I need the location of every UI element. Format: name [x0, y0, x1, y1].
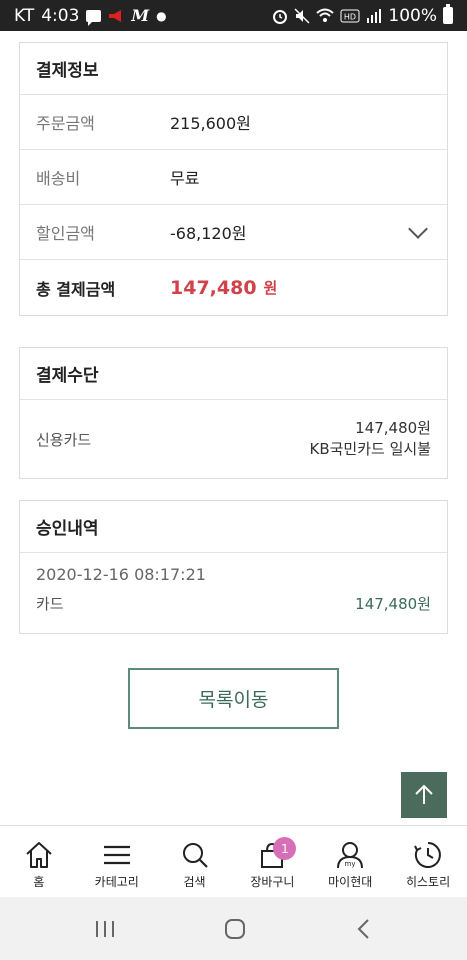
battery-percent: 100%	[388, 5, 437, 26]
svg-text:HD: HD	[344, 12, 356, 21]
nav-search-label: 검색	[183, 875, 206, 889]
user-icon: my	[337, 842, 364, 869]
clock: 4:03	[41, 5, 80, 26]
battery-icon	[443, 4, 453, 24]
payment-method-section: 결제수단 신용카드 147,480원 KB국민카드 일시불	[19, 347, 448, 479]
nav-category-label: 카테고리	[94, 875, 139, 889]
nav-cart[interactable]: 1 장바구니	[233, 826, 311, 897]
approval-section: 승인내역 2020-12-16 08:17:21 카드 147,480원	[19, 500, 448, 634]
alarm-icon	[273, 9, 288, 24]
payment-info-section: 결제정보 주문금액 215,600원 배송비 무료 할인금액 -68,120원 …	[19, 42, 448, 316]
system-nav-bar	[0, 897, 467, 960]
total-row: 총 결제금액 147,480 원	[20, 260, 447, 315]
payment-method-label: 신용카드	[36, 430, 92, 449]
svg-text:my: my	[345, 860, 356, 868]
recent-apps-icon[interactable]	[93, 919, 117, 939]
discount-label: 할인금액	[36, 224, 95, 243]
nav-home-label: 홈	[33, 875, 45, 889]
approval-type: 카드	[36, 595, 64, 613]
order-amount-label: 주문금액	[36, 114, 95, 133]
search-icon	[182, 843, 208, 868]
home-button-icon[interactable]	[223, 917, 247, 941]
signal-icon	[367, 9, 382, 23]
order-amount-row: 주문금액 215,600원	[20, 95, 447, 150]
cart-count-badge: 1	[273, 837, 297, 860]
mute-icon	[294, 7, 310, 24]
back-icon[interactable]	[354, 918, 374, 940]
chevron-down-icon[interactable]	[408, 219, 428, 239]
nav-history[interactable]: 히스토리	[389, 826, 467, 897]
message-icon	[86, 9, 102, 26]
nav-my[interactable]: my 마이현대	[311, 826, 389, 897]
arrow-up-icon	[415, 784, 433, 804]
payment-method-card: KB국민카드 일시불	[309, 440, 432, 458]
hd-icon: HD	[340, 9, 360, 22]
nav-cart-label: 장바구니	[250, 875, 295, 889]
bottom-nav: 홈 카테고리 검색 1 장바구니 my 마이현대 히스토리	[0, 825, 467, 897]
menu-icon	[103, 845, 130, 865]
payment-method-row: 신용카드 147,480원 KB국민카드 일시불	[20, 400, 447, 478]
discount-value: -68,120원	[170, 224, 247, 243]
payment-method-amount: 147,480원	[355, 419, 431, 437]
nav-search[interactable]: 검색	[156, 826, 234, 897]
scroll-top-button[interactable]	[401, 772, 447, 818]
nav-my-label: 마이현대	[328, 875, 373, 889]
status-bar: KT 4:03 M ● HD 100%	[0, 0, 467, 31]
go-to-list-button[interactable]: 목록이동	[128, 668, 339, 729]
approval-amount: 147,480원	[355, 595, 431, 613]
home-icon	[26, 842, 52, 868]
payment-method-title: 결제수단	[20, 348, 447, 400]
nav-home[interactable]: 홈	[0, 826, 78, 897]
shipping-fee-row: 배송비 무료	[20, 150, 447, 205]
approval-row: 2020-12-16 08:17:21 카드 147,480원	[20, 553, 447, 633]
carrier-label: KT	[14, 5, 35, 26]
total-value: 147,480	[170, 276, 257, 299]
nav-category[interactable]: 카테고리	[78, 826, 156, 897]
order-amount-value: 215,600원	[170, 114, 251, 133]
payment-method-details: 147,480원 KB국민카드 일시불	[310, 418, 432, 460]
payment-info-title: 결제정보	[20, 43, 447, 95]
approval-datetime: 2020-12-16 08:17:21	[36, 565, 206, 584]
total-label: 총 결제금액	[36, 279, 116, 299]
shipping-fee-label: 배송비	[36, 169, 81, 188]
megaphone-icon	[109, 9, 122, 22]
m-app-icon: M	[131, 6, 150, 25]
approval-title: 승인내역	[20, 501, 447, 553]
discount-row[interactable]: 할인금액 -68,120원	[20, 205, 447, 260]
nav-history-label: 히스토리	[405, 875, 451, 889]
wifi-icon	[316, 8, 335, 22]
notification-dot-icon: ●	[156, 8, 167, 23]
total-unit: 원	[263, 279, 278, 297]
history-icon	[414, 842, 441, 868]
shipping-fee-value: 무료	[170, 169, 200, 188]
